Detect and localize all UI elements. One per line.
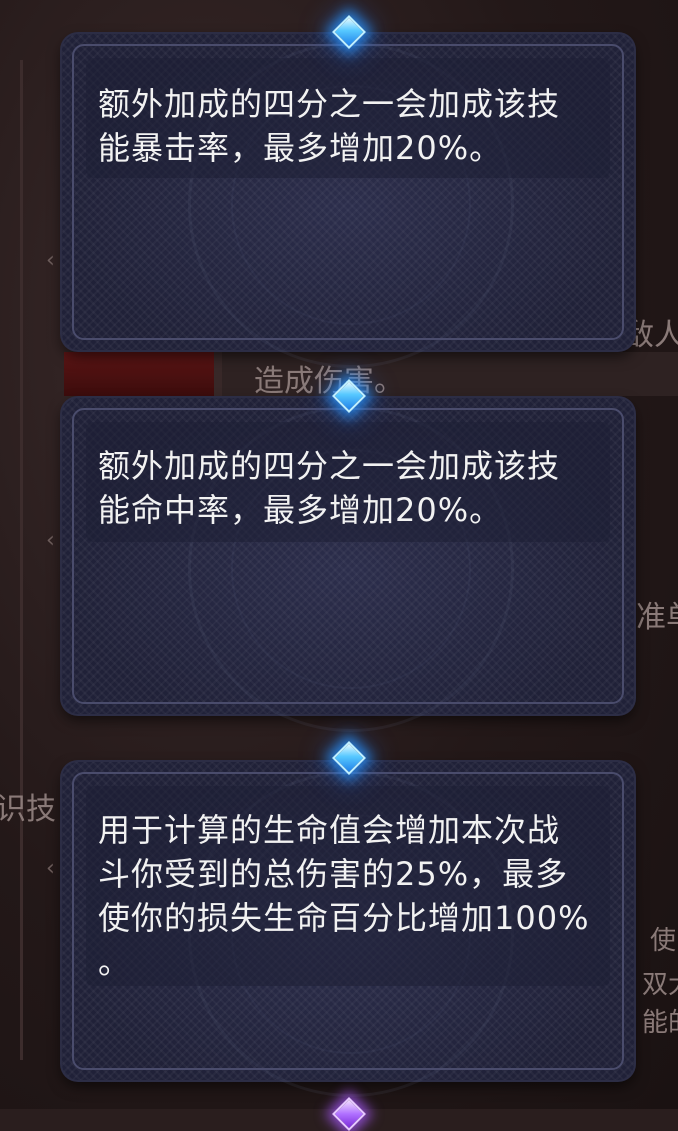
tooltip-card: 额外加成的四分之一会加成该技 能暴击率，最多增加20%。	[62, 34, 634, 368]
tooltip-description: 用于计算的生命值会增加本次战 斗你受到的总伤害的25%，最多 使你的损失生命百分…	[98, 811, 590, 981]
background-text: 识技	[0, 792, 56, 827]
background-text: 双大	[642, 970, 678, 1000]
background-text: 能的	[642, 1008, 678, 1038]
tooltip-card: 用于计算的生命值会增加本次战 斗你受到的总伤害的25%，最多 使你的损失生命百分…	[62, 762, 634, 1097]
background-skill-banner	[64, 352, 214, 396]
background-frame	[0, 60, 23, 1060]
tooltip-card: 额外加成的四分之一会加成该技 能命中率，最多增加20%。	[62, 398, 634, 732]
tooltip-description: 额外加成的四分之一会加成该技 能命中率，最多增加20%。	[98, 447, 561, 529]
chevron-left-icon: ‹	[46, 528, 55, 553]
chevron-left-icon: ‹	[46, 856, 55, 881]
tooltip-description: 额外加成的四分之一会加成该技 能暴击率，最多增加20%。	[98, 85, 561, 167]
chevron-left-icon: ‹	[46, 248, 55, 273]
background-text: 使	[650, 926, 677, 956]
background-text: 准单	[636, 600, 678, 635]
